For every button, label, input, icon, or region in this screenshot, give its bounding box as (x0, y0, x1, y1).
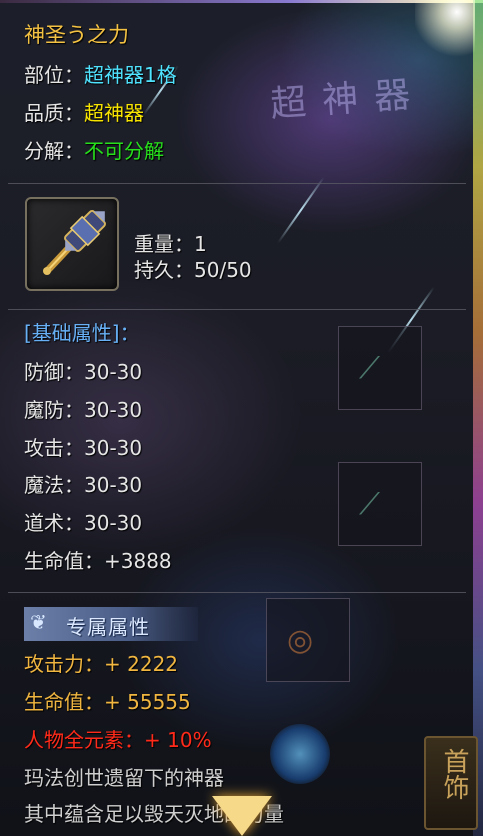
light-flare (415, 0, 475, 60)
quality-row: 品质：超神器 (24, 100, 144, 126)
decompose-value: 不可分解 (84, 139, 164, 163)
exclusive-attributes-title: 专属属性 (66, 615, 150, 639)
bow-icon: ⟋ (359, 351, 380, 386)
accessory-tab-label: 首饰 (439, 748, 469, 800)
durability-row: 持久：50/50 (134, 257, 252, 283)
item-stats: 重量：1 持久：50/50 (134, 231, 252, 283)
attr-label: 防御： (24, 360, 84, 384)
durability-value: 50/50 (194, 258, 252, 282)
attr-row-attack: 攻击：30-30 (24, 435, 142, 461)
item-name: 神圣う之力 (24, 23, 129, 47)
weight-value: 1 (194, 232, 207, 256)
attr-value: 30-30 (84, 473, 143, 497)
weight-label: 重量： (134, 232, 194, 256)
quality-label: 品质： (24, 101, 84, 125)
accessory-tab: 首饰 (424, 736, 478, 830)
section-divider (8, 592, 466, 593)
attr-value: 30-30 (84, 436, 143, 460)
exclusive-attributes-header: ❦ 专属属性 (24, 607, 198, 641)
exclusive-attack-power: 攻击力：+ 2222 (24, 652, 179, 676)
exclusive-all-elements: 人物全元素：+ 10% (24, 728, 212, 752)
background-slot: ⟋ (338, 462, 422, 546)
base-attributes-header: [基础属性]： (24, 321, 140, 345)
attr-row-defense: 防御：30-30 (24, 359, 142, 385)
section-divider (8, 183, 466, 184)
attr-value: +3888 (104, 549, 172, 573)
frame-right (473, 0, 483, 836)
attr-value: 30-30 (84, 360, 143, 384)
sparkle-streak (277, 176, 325, 244)
scroll-down-arrow-icon[interactable] (212, 796, 272, 836)
frame-top (0, 0, 483, 3)
decompose-label: 分解： (24, 139, 84, 163)
background-slot: ◎ (266, 598, 350, 682)
attr-label: 攻击： (24, 436, 84, 460)
attr-label: 道术： (24, 511, 84, 535)
attr-row-magic: 魔法：30-30 (24, 472, 142, 498)
background-orb (270, 724, 330, 784)
attr-label: 魔防： (24, 398, 84, 422)
section-divider (8, 309, 466, 310)
item-icon-slot (25, 197, 119, 291)
ring-icon: ◎ (287, 623, 314, 658)
description-line-1: 玛法创世遗留下的神器 (24, 766, 224, 790)
decompose-row: 分解：不可分解 (24, 138, 164, 164)
slot-value: 超神器1格 (84, 63, 177, 87)
attr-row-magic-defense: 魔防：30-30 (24, 397, 142, 423)
attr-value: 30-30 (84, 398, 143, 422)
attr-row-taoism: 道术：30-30 (24, 510, 142, 536)
hammer-icon (43, 210, 106, 275)
blade-icon: ⟋ (359, 487, 380, 522)
wing-icon: ❦ (30, 610, 47, 634)
quality-value: 超神器 (84, 101, 144, 125)
super-artifact-watermark: 超神器 (269, 73, 428, 126)
item-tooltip: 超神器 ⟋ ⟋ ◎ 首饰 神圣う之力 部位：超神器1格 品质：超神器 分解：不可… (0, 0, 483, 836)
attr-value: 30-30 (84, 511, 143, 535)
slot-row: 部位：超神器1格 (24, 62, 177, 88)
durability-label: 持久： (134, 258, 194, 282)
attr-label: 魔法： (24, 473, 84, 497)
background-slot: ⟋ (338, 326, 422, 410)
slot-label: 部位： (24, 63, 84, 87)
exclusive-hp: 生命值：+ 55555 (24, 690, 191, 714)
attr-label: 生命值： (24, 549, 104, 573)
weight-row: 重量：1 (134, 231, 252, 257)
attr-row-hp: 生命值：+3888 (24, 548, 172, 574)
